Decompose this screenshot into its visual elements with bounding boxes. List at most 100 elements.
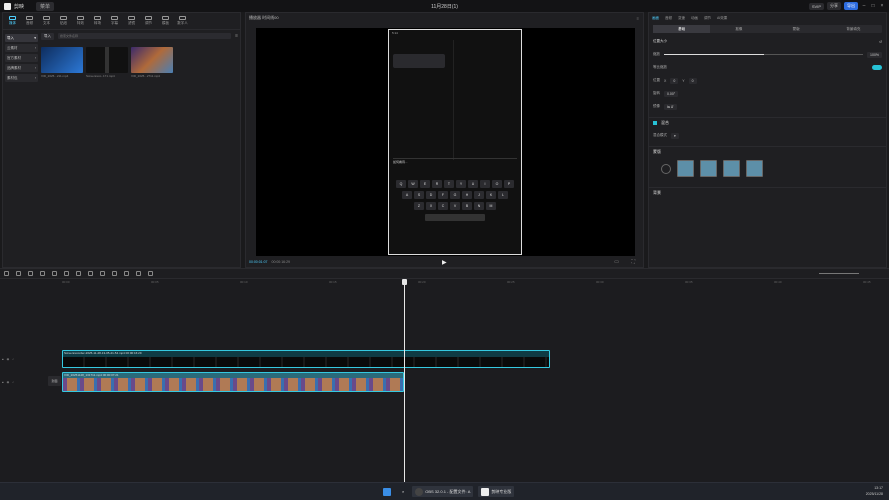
media-item[interactable]: VID_2025...211.mp4 bbox=[41, 47, 83, 78]
split-right-icon[interactable] bbox=[64, 271, 69, 276]
cover-button[interactable]: 封面 bbox=[48, 376, 61, 386]
none-mask-icon[interactable] bbox=[661, 163, 671, 174]
media-item[interactable]: VID_2025...2711.mp4 bbox=[131, 47, 173, 78]
tool-adjust[interactable]: 调节 bbox=[143, 16, 154, 26]
menu-icon[interactable]: ≡ bbox=[637, 16, 639, 21]
taskbar-app-capcut[interactable]: 剪映专业版 bbox=[478, 486, 515, 497]
tool-transition[interactable]: 转场 bbox=[92, 16, 103, 26]
scale-slider[interactable] bbox=[664, 54, 864, 55]
sidebar-item-brand[interactable]: 品牌素材 › bbox=[5, 64, 38, 72]
tab-audio[interactable]: 音频 bbox=[665, 16, 672, 21]
lock-icon[interactable]: 🔒︎ bbox=[2, 380, 4, 384]
media-item[interactable]: Screenreco..171.mp4 bbox=[86, 47, 128, 78]
sidebar-item-import[interactable]: 导入 ▾ bbox=[5, 34, 38, 42]
scale-value[interactable]: 100% bbox=[867, 51, 882, 58]
mask-option[interactable] bbox=[723, 160, 740, 177]
redo-icon[interactable] bbox=[28, 271, 33, 276]
pos-x-input[interactable]: 0 bbox=[670, 77, 679, 84]
mirror-label: 镜像 bbox=[653, 104, 660, 108]
mirror-buttons[interactable]: ⇋ ⇵ bbox=[664, 103, 677, 110]
reverse-icon[interactable] bbox=[100, 271, 105, 276]
search-input[interactable]: 搜索文件名称 bbox=[58, 33, 232, 39]
tool-label: 文本 bbox=[43, 21, 50, 25]
crop-icon[interactable] bbox=[136, 271, 141, 276]
search-taskbar[interactable]: ⌕ bbox=[399, 486, 407, 497]
time-ruler[interactable]: 00:00 00:05 00:10 00:15 00:20 00:25 00:30 00:35… bbox=[62, 279, 889, 287]
mask-option[interactable] bbox=[746, 160, 763, 177]
tool-media[interactable]: 媒体 bbox=[7, 16, 18, 26]
system-tray[interactable]: 13:17 2025/11/28 bbox=[866, 485, 883, 497]
tab-video[interactable]: 画面 bbox=[652, 16, 659, 21]
ratio-icon[interactable]: ▭ bbox=[614, 259, 619, 265]
split-icon[interactable] bbox=[40, 271, 45, 276]
tool-template[interactable]: 模板 bbox=[160, 16, 171, 26]
mirror-icon[interactable] bbox=[112, 271, 117, 276]
key-row: Z X C V B N M bbox=[391, 202, 519, 210]
eye-icon[interactable]: ◉ bbox=[7, 357, 10, 361]
subtab-mask[interactable]: 蒙版 bbox=[768, 25, 825, 33]
audio-icon[interactable]: ♪ bbox=[12, 380, 14, 384]
uniform-toggle[interactable] bbox=[872, 65, 882, 70]
checkbox-icon[interactable] bbox=[653, 120, 657, 125]
mask-option[interactable] bbox=[677, 160, 694, 177]
tab-speed[interactable]: 变速 bbox=[678, 16, 685, 21]
audio-icon[interactable]: ♪ bbox=[12, 357, 14, 361]
tool-sticker[interactable]: 贴纸 bbox=[58, 16, 69, 26]
tab-adjust[interactable]: 调节 bbox=[704, 16, 711, 21]
import-button[interactable]: 导入 bbox=[41, 32, 54, 40]
export-button[interactable]: 导出 bbox=[844, 2, 858, 10]
clip-video[interactable]: VID_20251128_131711.mp4 00:00:07:21 bbox=[62, 372, 404, 392]
tool-filters[interactable]: 滤镜 bbox=[126, 16, 137, 26]
lock-icon[interactable]: 🔒︎ bbox=[2, 357, 4, 361]
taskbar-app-obs[interactable]: OBS 32.0.1 - 配置文件: A bbox=[412, 486, 474, 497]
pos-y-input[interactable]: 0 bbox=[688, 77, 697, 84]
clip-screenrecord[interactable]: Screenrecorder-2025-11-28-13-05-21-54.mp… bbox=[62, 350, 550, 368]
minimize-icon[interactable]: – bbox=[861, 3, 867, 9]
tool-text[interactable]: 文本 bbox=[41, 16, 52, 26]
svip-badge[interactable]: SVIP bbox=[808, 2, 824, 10]
tab-animation[interactable]: 动画 bbox=[691, 16, 698, 21]
key: L bbox=[498, 191, 508, 199]
subtab-cutout[interactable]: 抠像 bbox=[710, 25, 767, 33]
fullscreen-icon[interactable]: ⛶ bbox=[631, 259, 635, 265]
sidebar-item-official[interactable]: 官方素材 › bbox=[5, 54, 38, 62]
rotate-input[interactable]: 0.00° bbox=[664, 90, 679, 97]
tool-audio[interactable]: 音频 bbox=[24, 16, 35, 26]
sidebar-item-cloud[interactable]: 云素材 › bbox=[5, 44, 38, 52]
mask-option[interactable] bbox=[700, 160, 717, 177]
zoom-slider[interactable] bbox=[819, 273, 859, 274]
ai-icon[interactable] bbox=[148, 271, 153, 276]
playhead-handle[interactable] bbox=[402, 279, 407, 285]
uniform-scale-row: 等比缩放 bbox=[649, 63, 886, 72]
reset-icon[interactable]: ↺ bbox=[879, 40, 882, 44]
select-tool-icon[interactable] bbox=[4, 271, 9, 276]
start-button[interactable] bbox=[380, 486, 394, 497]
tool-effects[interactable]: 特效 bbox=[75, 16, 86, 26]
tool-captions[interactable]: 字幕 bbox=[109, 16, 120, 26]
delete-icon[interactable] bbox=[76, 271, 81, 276]
maximize-icon[interactable]: □ bbox=[870, 3, 876, 9]
key: E bbox=[420, 180, 430, 188]
blend-select[interactable]: ▾ bbox=[671, 132, 679, 139]
tool-avatar[interactable]: 数字人 bbox=[177, 16, 188, 26]
rotate-icon[interactable] bbox=[124, 271, 129, 276]
undo-icon[interactable] bbox=[16, 271, 21, 276]
split-left-icon[interactable] bbox=[52, 271, 57, 276]
eye-icon[interactable]: ◉ bbox=[7, 380, 10, 384]
subtab-background[interactable]: 背景填充 bbox=[825, 25, 882, 33]
section-title: 位置大小 bbox=[653, 39, 667, 43]
timeline[interactable]: 00:00 00:05 00:10 00:15 00:20 00:25 00:30 00:35… bbox=[0, 279, 889, 482]
close-icon[interactable]: × bbox=[879, 3, 885, 9]
freeze-icon[interactable] bbox=[88, 271, 93, 276]
rotate-label: 旋转 bbox=[653, 91, 660, 95]
filter-icon[interactable]: ≡ bbox=[235, 33, 238, 39]
play-icon[interactable]: ▶ bbox=[442, 259, 447, 266]
share-button[interactable]: 分享 bbox=[827, 2, 841, 10]
preview-screen[interactable]: 5:14 如何看待... Q W E R T Y U I O P A S D F… bbox=[256, 28, 635, 256]
tab-ai[interactable]: AI效果 bbox=[717, 16, 727, 21]
subtab-basic[interactable]: 基础 bbox=[653, 25, 711, 33]
sidebar-item-pack[interactable]: 素材包 › bbox=[5, 74, 38, 82]
sticker-icon bbox=[60, 16, 67, 20]
key: H bbox=[462, 191, 472, 199]
playhead[interactable] bbox=[402, 279, 407, 482]
